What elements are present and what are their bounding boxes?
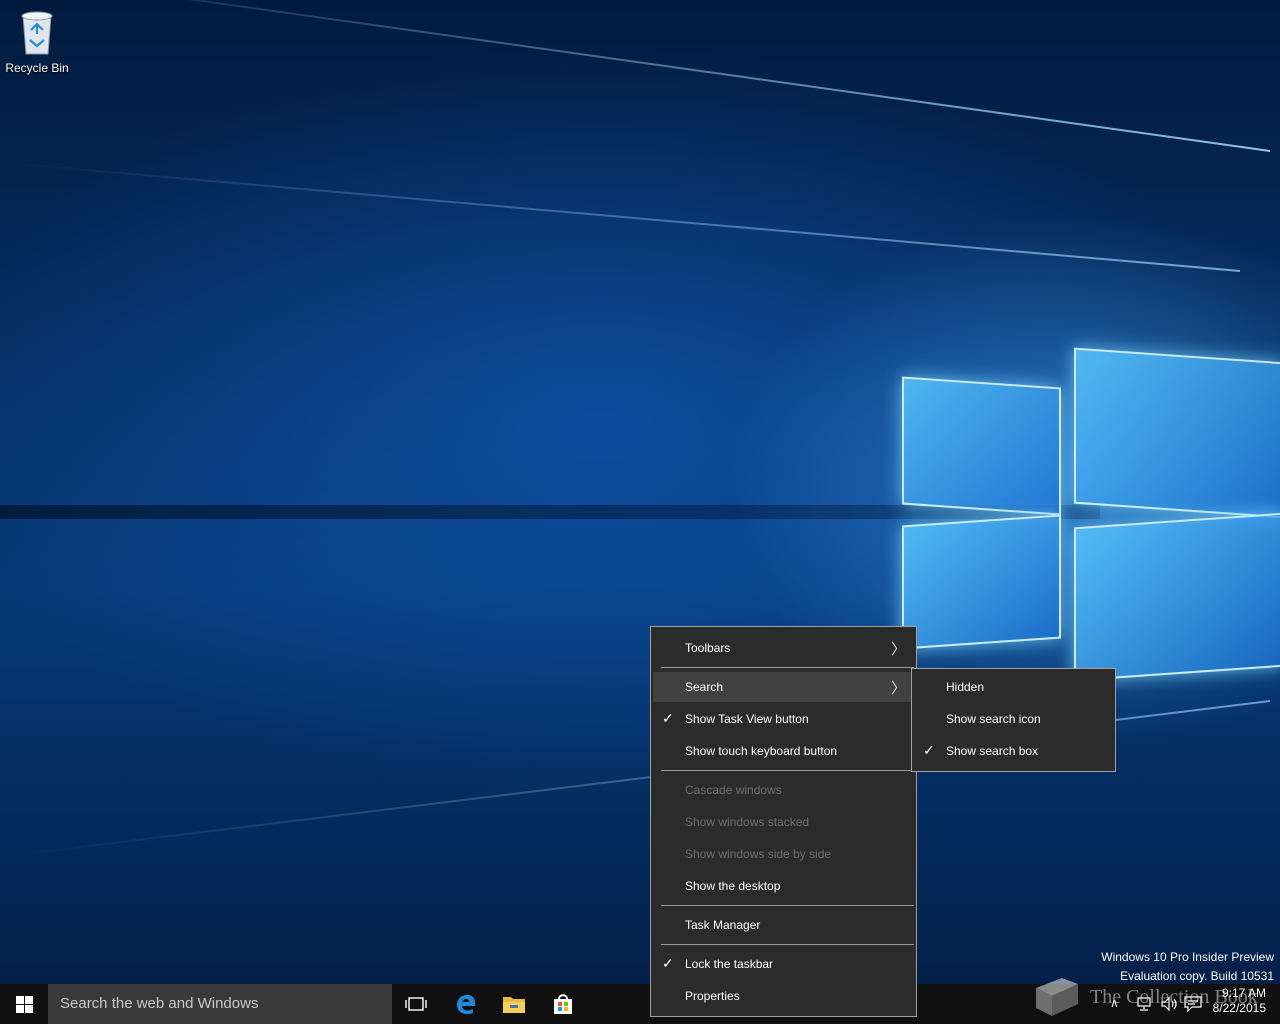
light-beam [4, 161, 1241, 272]
task-view-icon [405, 997, 427, 1011]
store-button[interactable] [539, 984, 587, 1024]
taskbar-search-box[interactable]: Search the web and Windows [48, 984, 392, 1024]
menu-item-label: Show search box [946, 744, 1039, 758]
chevron-right-icon: 〉 [890, 680, 906, 697]
menu-item-label: Toolbars [685, 641, 731, 655]
submenu-item-show-search-icon[interactable]: Show search icon [914, 704, 1113, 734]
menu-item-show-task-view-button[interactable]: ✓ Show Task View button [653, 704, 914, 734]
menu-item-label: Show Task View button [685, 712, 809, 726]
light-beam [0, 505, 1100, 519]
chevron-right-icon: 〉 [890, 641, 906, 658]
logo-pane [902, 514, 1061, 650]
desktop-background[interactable]: Recycle Bin Windows 10 Pro Insider Previ… [0, 0, 1280, 984]
menu-item-lock-the-taskbar[interactable]: ✓ Lock the taskbar [653, 949, 914, 979]
menu-item-show-the-desktop[interactable]: Show the desktop [653, 871, 914, 901]
menu-item-label: Hidden [946, 680, 985, 694]
overlay-watermark: The Collection Book [1030, 974, 1258, 1020]
file-explorer-button[interactable] [490, 984, 538, 1024]
menu-item-properties[interactable]: Properties [653, 981, 914, 1011]
logo-pane [902, 376, 1061, 516]
menu-separator [661, 905, 914, 906]
store-icon [554, 994, 572, 1014]
start-button[interactable] [0, 984, 48, 1024]
windows-logo-icon [15, 995, 33, 1013]
recycle-bin-icon [21, 11, 53, 55]
menu-item-label: Search [685, 680, 724, 694]
checkmark-icon: ✓ [662, 955, 674, 971]
file-explorer-icon [503, 997, 525, 1013]
checkmark-icon: ✓ [923, 742, 935, 758]
edge-icon [457, 994, 476, 1015]
menu-item-label: Cascade windows [685, 783, 782, 797]
menu-item-label: Lock the taskbar [685, 957, 774, 971]
logo-pane [1074, 347, 1280, 519]
menu-item-cascade-windows: Cascade windows [653, 775, 914, 805]
search-placeholder: Search the web and Windows [60, 995, 259, 1012]
task-view-button[interactable] [392, 984, 440, 1024]
menu-item-label: Properties [685, 989, 740, 1003]
menu-separator [661, 667, 914, 668]
watermark-line: Windows 10 Pro Insider Preview [1101, 950, 1274, 964]
desktop-icon-label: Recycle Bin [5, 61, 69, 75]
desktop-icon-recycle-bin[interactable]: Recycle Bin [4, 8, 70, 75]
menu-item-show-touch-keyboard-button[interactable]: Show touch keyboard button [653, 736, 914, 766]
menu-item-search[interactable]: Search 〉 [653, 672, 914, 702]
menu-item-label: Show touch keyboard button [685, 744, 838, 758]
menu-item-show-windows-stacked: Show windows stacked [653, 807, 914, 837]
book-icon [1036, 978, 1078, 1016]
taskbar-context-menu: Toolbars 〉 Search 〉 ✓ Show Task View but… [650, 626, 917, 1017]
edge-button[interactable] [442, 984, 490, 1024]
search-submenu: Hidden Show search icon ✓ Show search bo… [911, 668, 1116, 772]
menu-item-show-windows-side-by-side: Show windows side by side [653, 839, 914, 869]
submenu-item-hidden[interactable]: Hidden [914, 672, 1113, 702]
menu-item-label: Show windows stacked [685, 815, 810, 829]
checkmark-icon: ✓ [662, 710, 674, 726]
overlay-watermark-text: The Collection Book [1090, 985, 1258, 1008]
menu-item-label: Show the desktop [685, 879, 781, 893]
menu-item-label: Show windows side by side [685, 847, 832, 861]
logo-pane [1074, 512, 1280, 682]
menu-separator [661, 770, 914, 771]
menu-item-label: Task Manager [685, 918, 761, 932]
menu-separator [661, 944, 914, 945]
submenu-item-show-search-box[interactable]: ✓ Show search box [914, 736, 1113, 766]
menu-item-toolbars[interactable]: Toolbars 〉 [653, 633, 914, 663]
menu-item-task-manager[interactable]: Task Manager [653, 910, 914, 940]
menu-item-label: Show search icon [946, 712, 1041, 726]
light-beam [12, 0, 1271, 152]
